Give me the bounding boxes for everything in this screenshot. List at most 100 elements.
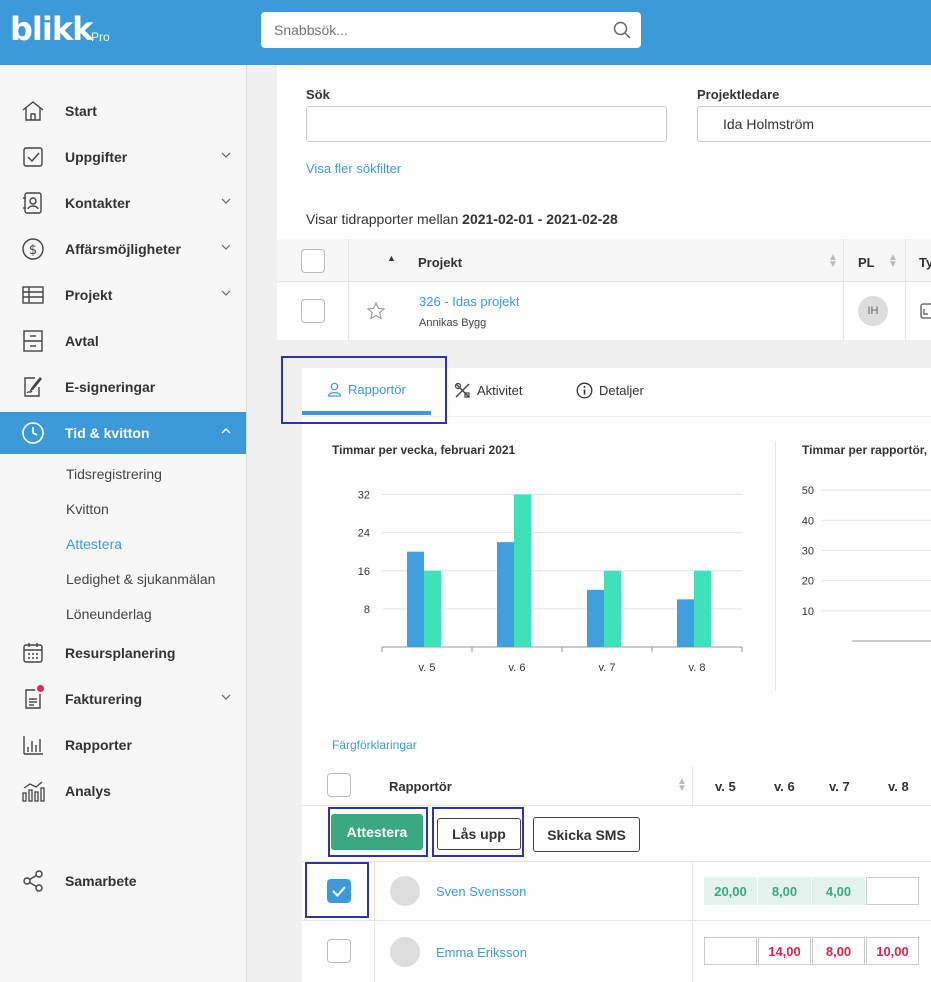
type-column-header[interactable]: Ty bbox=[919, 255, 931, 270]
more-filters-link[interactable]: Visa fler sökfilter bbox=[306, 161, 401, 176]
nav-label: Rapporter bbox=[65, 737, 132, 753]
y-tick-label: 40 bbox=[802, 515, 814, 527]
sort-asc-icon[interactable]: ▲ bbox=[387, 253, 396, 263]
bar bbox=[497, 542, 514, 647]
highlight-box bbox=[432, 807, 524, 857]
hours-cell[interactable]: 8,00 bbox=[812, 937, 865, 965]
reporter-hours-chart: 10 20 30 40 50 bbox=[802, 485, 931, 642]
nav-affarsmojligheter[interactable]: $ Affärsmöjligheter bbox=[0, 228, 246, 270]
sub-tidsregistrering[interactable]: Tidsregistrering bbox=[66, 466, 162, 482]
tab-aktivitet[interactable]: Aktivitet bbox=[454, 382, 523, 399]
tab-label: Detaljer bbox=[599, 383, 644, 398]
column-divider bbox=[692, 766, 693, 806]
pl-column-header[interactable]: PL bbox=[858, 255, 875, 270]
nav-e-signeringar[interactable]: E-signeringar bbox=[0, 366, 246, 408]
tab-detaljer[interactable]: Detaljer bbox=[576, 382, 644, 399]
sub-kvitton[interactable]: Kvitton bbox=[66, 501, 109, 517]
document-icon bbox=[920, 303, 931, 319]
sort-icon[interactable]: ▲ ▼ bbox=[828, 253, 838, 270]
project-manager-label: Projektledare bbox=[697, 87, 780, 102]
logo-pro-suffix: Pro bbox=[91, 30, 110, 44]
avatar bbox=[390, 937, 420, 967]
project-column-header[interactable]: Projekt bbox=[418, 255, 462, 270]
reporter-name-link[interactable]: Emma Eriksson bbox=[436, 945, 527, 960]
bar bbox=[677, 599, 694, 647]
nav-samarbete[interactable]: Samarbete bbox=[0, 860, 246, 902]
nav-label: Kontakter bbox=[65, 195, 131, 211]
info-icon bbox=[576, 382, 593, 399]
column-divider bbox=[905, 282, 906, 340]
sub-loneunderlag[interactable]: Löneunderlag bbox=[66, 606, 152, 622]
hours-cell[interactable]: 4,00 bbox=[812, 877, 865, 905]
blikk-logo[interactable]: blikk bbox=[10, 10, 93, 48]
reporter-row-checkbox[interactable] bbox=[327, 939, 351, 963]
nav-start[interactable]: Start bbox=[0, 90, 246, 132]
reporter-column-header[interactable]: Rapportör bbox=[389, 779, 452, 794]
hours-cell[interactable] bbox=[866, 877, 919, 905]
send-sms-button[interactable]: Skicka SMS bbox=[533, 817, 640, 852]
select-all-projects-checkbox[interactable] bbox=[301, 249, 325, 273]
top-bar: blikk Pro bbox=[0, 0, 931, 65]
project-table-header: ▲ Projekt ▲ ▼ PL ▲ ▼ Ty bbox=[277, 239, 931, 282]
nav-label: Uppgifter bbox=[65, 149, 128, 165]
reporter-hours-chart-title: Timmar per rapportör, bbox=[802, 443, 928, 457]
hours-cell[interactable]: 14,00 bbox=[758, 937, 811, 965]
hours-cell[interactable]: 20,00 bbox=[704, 877, 757, 905]
nav-kontakter[interactable]: Kontakter bbox=[0, 182, 246, 224]
y-tick-label: 8 bbox=[364, 604, 370, 616]
hours-cell[interactable]: 8,00 bbox=[758, 877, 811, 905]
svg-text:$: $ bbox=[29, 243, 37, 258]
date-range-prefix: Visar tidrapporter mellan bbox=[306, 211, 459, 227]
chart-divider bbox=[775, 441, 776, 691]
week-column-header[interactable]: v. 5 bbox=[715, 779, 736, 794]
sort-icon[interactable]: ▲ ▼ bbox=[677, 777, 687, 794]
y-tick-label: 20 bbox=[802, 576, 814, 588]
y-tick-label: 30 bbox=[802, 545, 814, 557]
tab-label: Aktivitet bbox=[477, 383, 523, 398]
nav-label: Projekt bbox=[65, 287, 113, 303]
nav-analys[interactable]: Analys bbox=[0, 770, 246, 812]
quick-search-input[interactable] bbox=[261, 12, 591, 48]
reporter-row[interactable]: Sven Svensson 20,00 8,00 4,00 bbox=[302, 862, 931, 921]
nav-label: E-signeringar bbox=[65, 379, 156, 395]
column-divider bbox=[692, 922, 693, 982]
project-row[interactable]: 326 - Idas projekt Annikas Bygg IH bbox=[277, 282, 931, 340]
column-divider bbox=[374, 922, 375, 982]
nav-label: Tid & kvitton bbox=[65, 425, 150, 441]
nav-tid-kvitton[interactable]: Tid & kvitton bbox=[0, 412, 246, 454]
nav-label: Samarbete bbox=[65, 873, 137, 889]
bar-chart-icon bbox=[23, 736, 43, 755]
hours-cell[interactable]: 10,00 bbox=[866, 937, 919, 965]
color-legend-link[interactable]: Färgförklaringar bbox=[332, 738, 417, 752]
checkbox-icon bbox=[23, 147, 43, 167]
week-column-header[interactable]: v. 6 bbox=[774, 779, 795, 794]
nav-fakturering[interactable]: Fakturering bbox=[0, 678, 246, 720]
chevron-down-icon bbox=[221, 198, 231, 204]
nav-rapporter[interactable]: Rapporter bbox=[0, 724, 246, 766]
sub-ledighet[interactable]: Ledighet & sjukanmälan bbox=[66, 571, 215, 587]
project-row-checkbox[interactable] bbox=[301, 299, 325, 323]
search-icon[interactable] bbox=[613, 21, 631, 39]
x-tick-label: v. 6 bbox=[509, 662, 526, 674]
nav-projekt[interactable]: Projekt bbox=[0, 274, 246, 316]
project-name-link[interactable]: 326 - Idas projekt bbox=[419, 294, 519, 309]
bar bbox=[424, 570, 441, 647]
select-all-reporters-checkbox[interactable] bbox=[327, 773, 351, 797]
calendar-icon bbox=[23, 643, 43, 663]
reporter-row[interactable]: Emma Eriksson 14,00 8,00 10,00 bbox=[302, 922, 931, 982]
nav-uppgifter[interactable]: Uppgifter bbox=[0, 136, 246, 178]
reporter-name-link[interactable]: Sven Svensson bbox=[436, 884, 526, 899]
star-icon[interactable] bbox=[367, 302, 385, 320]
week-column-header[interactable]: v. 8 bbox=[888, 779, 909, 794]
bar bbox=[587, 589, 604, 647]
column-divider bbox=[843, 239, 844, 282]
cabinet-icon bbox=[23, 330, 43, 352]
sub-attestera[interactable]: Attestera bbox=[66, 536, 122, 552]
project-manager-select[interactable]: Ida Holmström bbox=[697, 106, 931, 142]
nav-avtal[interactable]: Avtal bbox=[0, 320, 246, 362]
nav-resursplanering[interactable]: Resursplanering bbox=[0, 632, 246, 674]
sort-icon[interactable]: ▲ ▼ bbox=[888, 253, 898, 270]
search-field[interactable] bbox=[306, 106, 667, 142]
hours-cell[interactable] bbox=[704, 937, 757, 965]
week-column-header[interactable]: v. 7 bbox=[829, 779, 850, 794]
